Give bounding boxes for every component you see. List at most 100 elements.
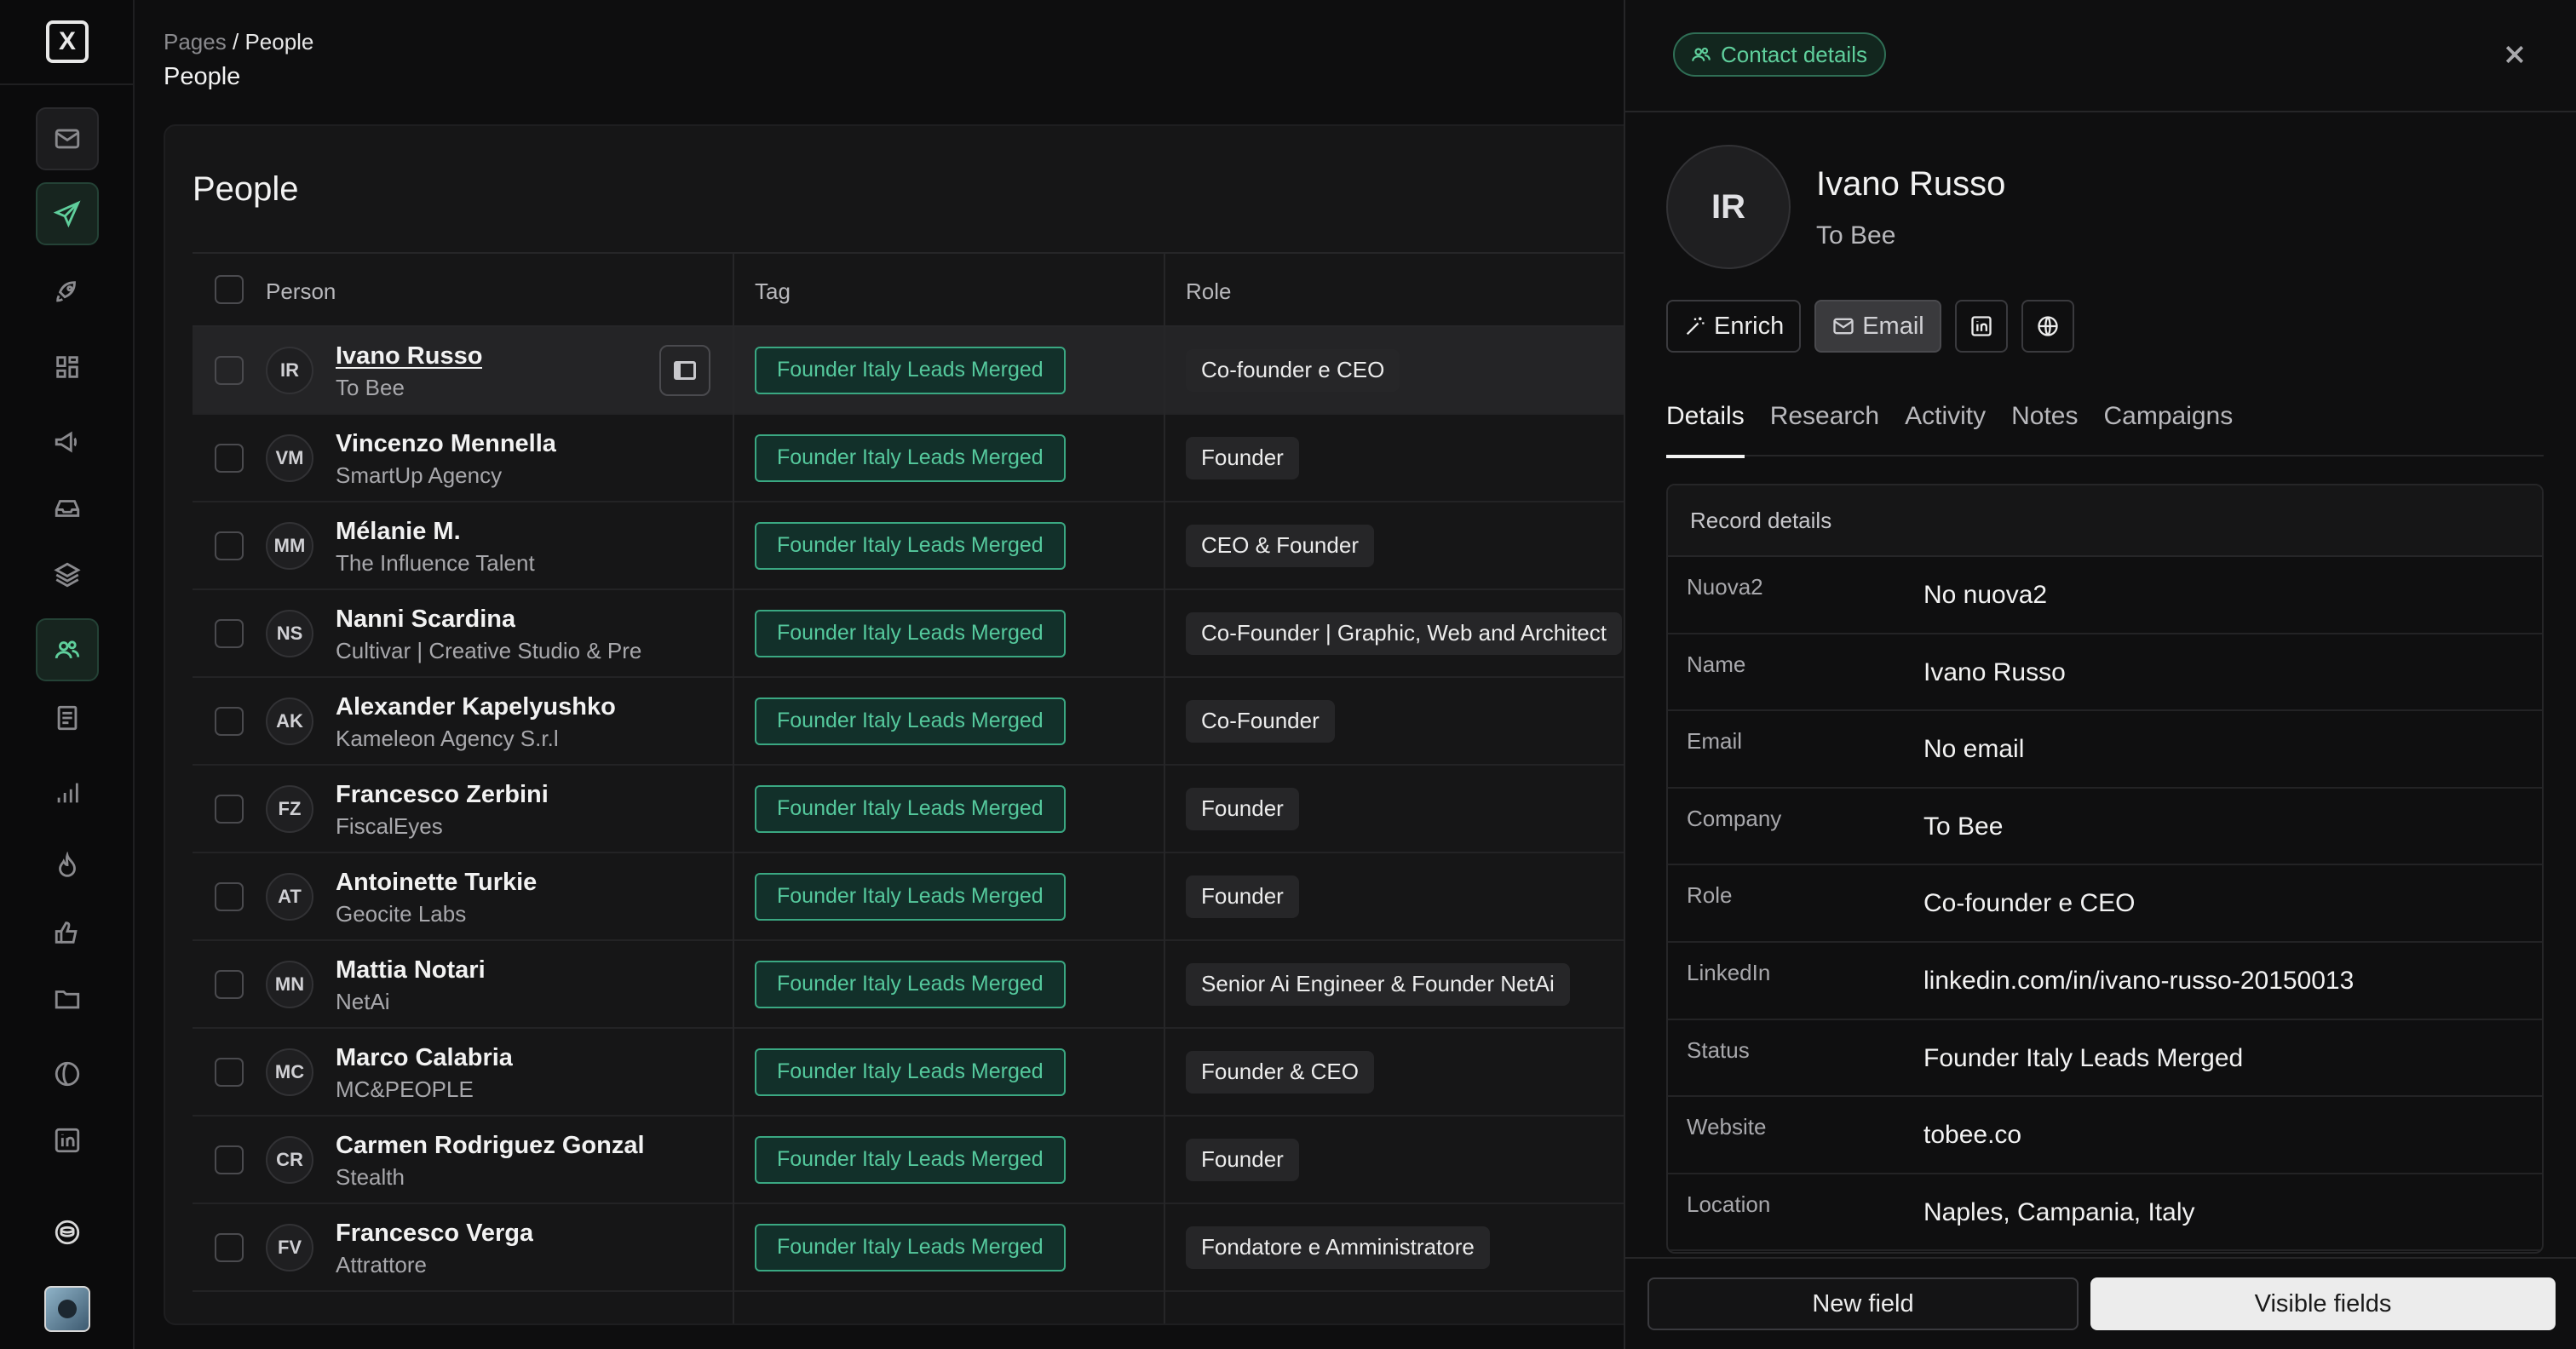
column-person[interactable]: Person [266,254,336,329]
person-name[interactable]: Ivano Russo [336,342,482,370]
record-field-role[interactable]: Role Co-founder e CEO [1668,865,2542,943]
tag-badge[interactable]: Founder Italy Leads Merged [755,1223,1066,1272]
field-value[interactable]: Founder Italy Leads Merged [1923,1044,2243,1073]
tab-campaigns[interactable]: Campaigns [2104,400,2234,456]
table-row[interactable]: MC Marco Calabria MC&PEOPLE Founder Italy L… [193,1029,1721,1117]
field-value[interactable]: Ivano Russo [1923,658,2066,687]
row-checkbox[interactable] [215,443,244,473]
table-row[interactable]: MN Mattia Notari NetAi Founder Italy Leads … [193,941,1721,1029]
tag-badge[interactable]: Founder Italy Leads Merged [755,609,1066,657]
record-field-status[interactable]: Status Founder Italy Leads Merged [1668,1020,2542,1098]
row-checkbox[interactable] [215,355,244,385]
row-checkbox[interactable] [215,1057,244,1087]
field-value[interactable]: No email [1923,735,2024,764]
table-row[interactable]: AT Antoinette Turkie Geocite Labs Founder I… [193,853,1721,941]
field-value[interactable]: Co-founder e CEO [1923,889,2135,918]
sidebar-item-rocket[interactable] [36,261,99,324]
field-value[interactable]: To Bee [1923,812,2003,841]
sidebar-item-globe[interactable] [36,1042,99,1105]
row-checkbox[interactable] [215,1145,244,1174]
thumbs-up-icon [55,921,78,944]
column-role[interactable]: Role [1186,254,1231,329]
row-checkbox[interactable] [215,531,244,560]
row-checkbox[interactable] [215,881,244,911]
row-checkbox[interactable] [215,1232,244,1262]
row-checkbox[interactable] [215,618,244,648]
sidebar-item-layers[interactable] [36,543,99,606]
select-all-checkbox[interactable] [215,275,244,304]
tab-research[interactable]: Research [1770,400,1879,456]
sidebar-item-files[interactable] [36,967,99,1030]
tag-badge[interactable]: Founder Italy Leads Merged [755,433,1066,482]
visible-fields-button[interactable]: Visible fields [2090,1277,2556,1330]
record-field-location[interactable]: Location Naples, Campania, Italy [1668,1174,2542,1252]
tag-badge[interactable]: Founder Italy Leads Merged [755,1048,1066,1096]
sidebar-item-hot[interactable] [36,835,99,898]
sidebar-item-dashboard[interactable] [36,336,99,399]
open-panel-button[interactable] [659,344,710,396]
website-button[interactable] [2021,300,2074,353]
person-name[interactable]: Nanni Scardina [336,606,515,634]
user-avatar[interactable] [44,1286,90,1332]
sidebar-item-send[interactable] [36,182,99,245]
person-name[interactable]: Marco Calabria [336,1044,513,1072]
record-field-email[interactable]: Email No email [1668,711,2542,789]
field-value[interactable]: No nuova2 [1923,581,2047,610]
record-field-nuova2[interactable]: Nuova2 No nuova2 [1668,557,2542,634]
sidebar-item-inbox[interactable] [36,477,99,540]
record-field-company[interactable]: Company To Bee [1668,789,2542,866]
close-button[interactable] [2496,36,2533,73]
table-row[interactable]: IR Ivano Russo To Bee Founder Italy Leads M… [193,327,1721,415]
person-name[interactable]: Antoinette Turkie [336,869,537,897]
tag-badge[interactable]: Founder Italy Leads Merged [755,784,1066,833]
breadcrumb-root[interactable]: Pages [164,29,227,55]
tag-badge[interactable]: Founder Italy Leads Merged [755,1135,1066,1184]
table-row[interactable]: CR Carmen Rodriguez Gonzal Stealth Founder … [193,1117,1721,1204]
table-row[interactable]: VM Vincenzo Mennella SmartUp Agency Founder… [193,415,1721,502]
contact-details-panel: Contact details IR Ivano Russo To Bee En… [1624,0,2576,1349]
table-row[interactable]: FZ Francesco Zerbini FiscalEyes Founder Ita… [193,766,1721,853]
tag-badge[interactable]: Founder Italy Leads Merged [755,521,1066,570]
record-field-website[interactable]: Website tobee.co [1668,1097,2542,1174]
tab-details[interactable]: Details [1666,400,1745,458]
tab-notes[interactable]: Notes [2011,400,2078,456]
person-name[interactable]: Mattia Notari [336,956,486,984]
email-button[interactable]: Email [1814,300,1941,353]
field-value[interactable]: linkedin.com/in/ivano-russo-20150013 [1923,967,2354,996]
record-field-name[interactable]: Name Ivano Russo [1668,634,2542,712]
person-name[interactable]: Alexander Kapelyushko [336,693,616,721]
table-row[interactable]: MM Mélanie M. The Influence Talent Founder … [193,502,1721,590]
sidebar-item-people[interactable] [36,618,99,681]
tag-badge[interactable]: Founder Italy Leads Merged [755,346,1066,394]
sidebar-item-documents[interactable] [36,686,99,749]
person-name[interactable]: Carmen Rodriguez Gonzal [336,1132,645,1160]
table-row[interactable]: FV Francesco Verga Attrattore Founder Italy… [193,1204,1721,1292]
app-logo[interactable]: X [46,20,89,63]
person-name[interactable]: Vincenzo Mennella [336,430,556,458]
row-checkbox[interactable] [215,969,244,999]
field-value[interactable]: tobee.co [1923,1121,2021,1150]
linkedin-button[interactable] [1954,300,2008,353]
tab-activity[interactable]: Activity [1905,400,1986,456]
person-name[interactable]: Francesco Verga [336,1220,533,1248]
tag-badge[interactable]: Founder Italy Leads Merged [755,697,1066,745]
row-checkbox[interactable] [215,706,244,736]
sidebar-item-credits[interactable] [36,1201,99,1264]
record-field-linkedin[interactable]: LinkedIn linkedin.com/in/ivano-russo-2015… [1668,943,2542,1020]
column-tag[interactable]: Tag [755,254,791,329]
person-name[interactable]: Mélanie M. [336,518,461,546]
table-row[interactable]: NS Nanni Scardina Cultivar | Creative Stud… [193,590,1721,678]
sidebar-item-linkedin[interactable] [36,1109,99,1172]
table-row[interactable]: AK Alexander Kapelyushko Kameleon Agency S… [193,678,1721,766]
sidebar-item-mail[interactable] [36,107,99,170]
field-value[interactable]: Naples, Campania, Italy [1923,1198,2195,1227]
sidebar-item-analytics[interactable] [36,761,99,824]
new-field-button[interactable]: New field [1647,1277,2079,1330]
person-name[interactable]: Francesco Zerbini [336,781,549,809]
row-checkbox[interactable] [215,794,244,824]
sidebar-item-campaigns[interactable] [36,410,99,474]
enrich-button[interactable]: Enrich [1666,300,1802,353]
tag-badge[interactable]: Founder Italy Leads Merged [755,960,1066,1008]
sidebar-item-feedback[interactable] [36,901,99,964]
tag-badge[interactable]: Founder Italy Leads Merged [755,872,1066,921]
